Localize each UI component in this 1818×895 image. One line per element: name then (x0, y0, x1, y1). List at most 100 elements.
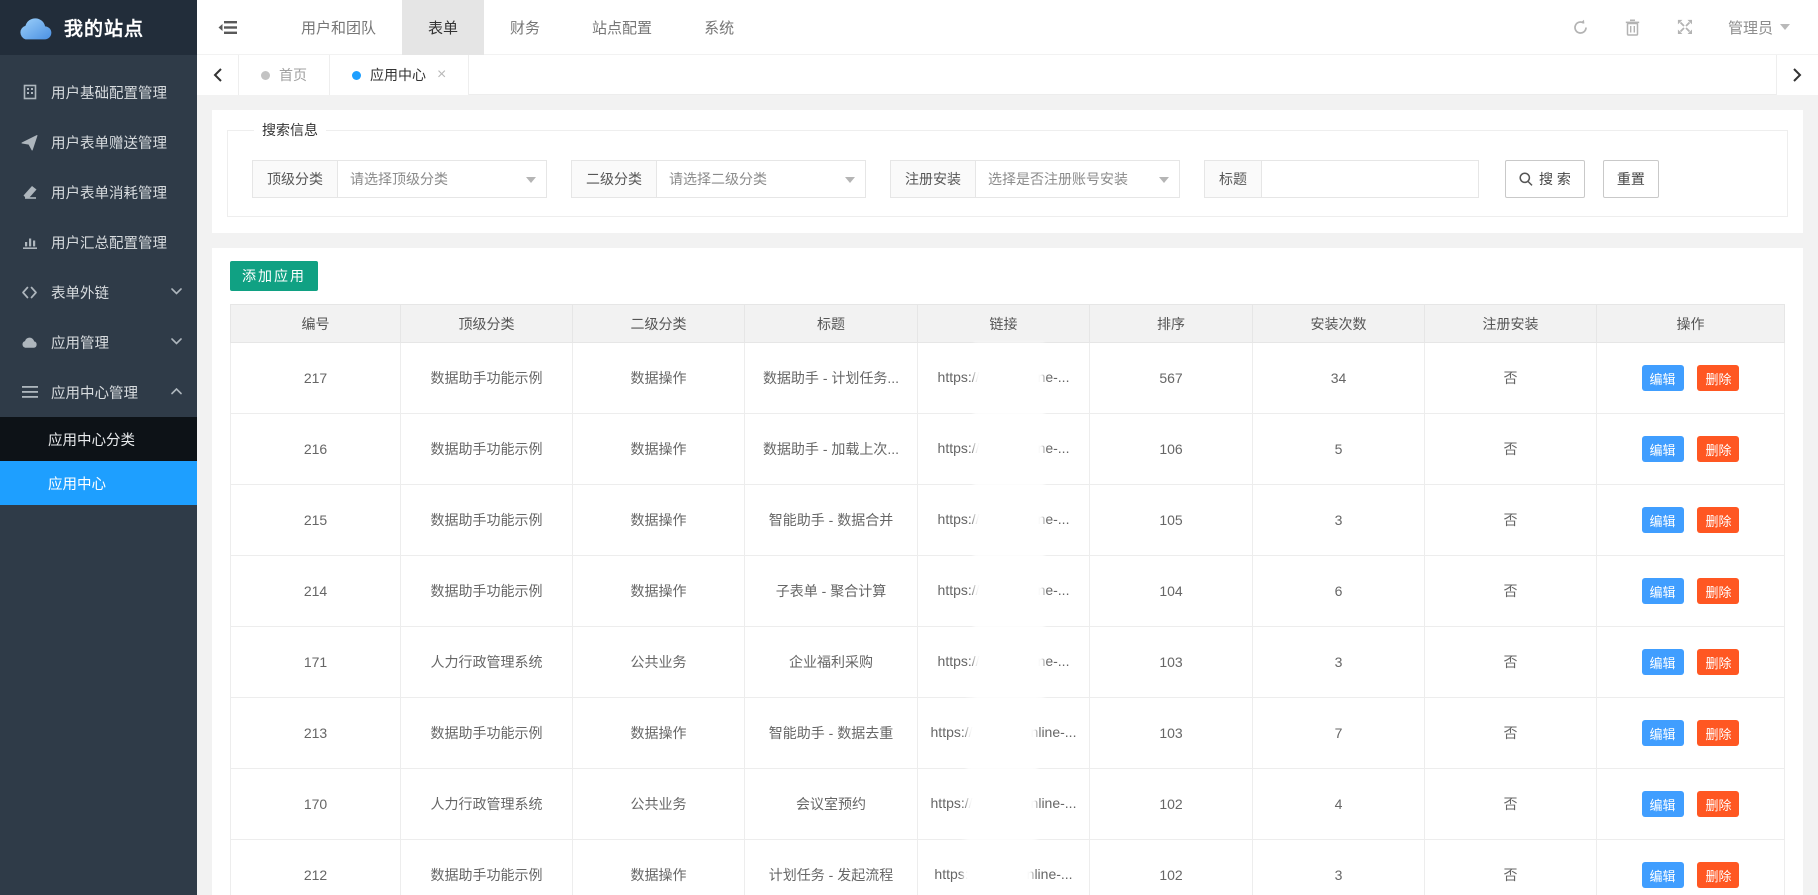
sidebar-item-user-base-config[interactable]: 用户基础配置管理 (0, 67, 197, 117)
reset-button[interactable]: 重置 (1603, 160, 1659, 198)
sub-category-label: 二级分类 (571, 160, 656, 198)
cell-installs: 7 (1253, 698, 1425, 769)
sidebar-item-form-consume[interactable]: 用户表单消耗管理 (0, 167, 197, 217)
cell-top-category: 数据助手功能示例 (401, 414, 573, 485)
nav-item-system[interactable]: 系统 (678, 0, 760, 55)
tab-scroll-right-icon[interactable] (1776, 55, 1818, 95)
cell-top-category: 数据助手功能示例 (401, 485, 573, 556)
cell-sort: 105 (1090, 485, 1253, 556)
user-menu[interactable]: 管理员 (1728, 17, 1790, 38)
sidebar-item-app-center[interactable]: 应用中心 (0, 461, 197, 505)
delete-button[interactable]: 删除 (1697, 365, 1739, 391)
cell-sub-category: 数据操作 (573, 698, 745, 769)
cell-id: 171 (231, 627, 401, 698)
edit-button[interactable]: 编辑 (1642, 365, 1684, 391)
sidebar-item-summary-config[interactable]: 用户汇总配置管理 (0, 217, 197, 267)
cell-title: 智能助手 - 数据合并 (745, 485, 918, 556)
cell-top-category: 人力行政管理系统 (401, 627, 573, 698)
cell-link: https://ne-... (918, 556, 1090, 627)
search-icon (1519, 172, 1533, 186)
table-header-row: 编号 顶级分类 二级分类 标题 链接 排序 安装次数 注册安装 操作 (231, 305, 1785, 343)
cell-link: https://ne-... (918, 414, 1090, 485)
edit-button[interactable]: 编辑 (1642, 791, 1684, 817)
cell-id: 170 (231, 769, 401, 840)
user-menu-label: 管理员 (1728, 17, 1773, 38)
table-row: 171 人力行政管理系统 公共业务 企业福利采购 https://ne-... … (231, 627, 1785, 698)
close-icon[interactable]: × (437, 66, 446, 84)
edit-button[interactable]: 编辑 (1642, 436, 1684, 462)
nav-item-forms[interactable]: 表单 (402, 0, 484, 55)
tab-app-center[interactable]: 应用中心 × (330, 55, 469, 95)
cell-top-category: 人力行政管理系统 (401, 769, 573, 840)
sub-category-select[interactable]: 请选择二级分类 (656, 160, 866, 198)
title-input[interactable] (1261, 160, 1479, 198)
cell-sort: 103 (1090, 698, 1253, 769)
delete-button[interactable]: 删除 (1697, 507, 1739, 533)
nav-item-site-config[interactable]: 站点配置 (566, 0, 678, 55)
cell-id: 213 (231, 698, 401, 769)
delete-button[interactable]: 删除 (1697, 649, 1739, 675)
register-install-select[interactable]: 选择是否注册账号安装 (975, 160, 1180, 198)
cell-actions: 编辑 删除 (1597, 414, 1785, 485)
cell-link: https:nline-... (918, 840, 1090, 895)
censored-region (974, 414, 1044, 486)
search-button[interactable]: 搜 索 (1505, 160, 1585, 198)
site-logo[interactable]: 我的站点 (0, 0, 197, 55)
eraser-icon (21, 184, 38, 201)
edit-button[interactable]: 编辑 (1642, 649, 1684, 675)
search-fieldset: 搜索信息 顶级分类 请选择顶级分类 二级分类 请选择二级分类 (227, 120, 1788, 217)
delete-button[interactable]: 删除 (1697, 578, 1739, 604)
edit-button[interactable]: 编辑 (1642, 720, 1684, 746)
col-sort: 排序 (1090, 305, 1253, 343)
top-category-select[interactable]: 请选择顶级分类 (337, 160, 547, 198)
sidebar-item-app-center-manage[interactable]: 应用中心管理 (0, 367, 197, 417)
sidebar-item-app-center-category[interactable]: 应用中心分类 (0, 417, 197, 461)
chevron-up-icon (171, 388, 182, 395)
cell-link: https://ne-... (918, 627, 1090, 698)
top-category-label: 顶级分类 (252, 160, 337, 198)
sidebar-item-label: 表单外链 (51, 282, 109, 303)
delete-button[interactable]: 删除 (1697, 862, 1739, 888)
cell-sort: 102 (1090, 769, 1253, 840)
cell-title: 数据助手 - 计划任务... (745, 343, 918, 414)
nav-item-finance[interactable]: 财务 (484, 0, 566, 55)
sidebar-item-app-manage[interactable]: 应用管理 (0, 317, 197, 367)
nav-item-users-teams[interactable]: 用户和团队 (275, 0, 402, 55)
edit-button[interactable]: 编辑 (1642, 578, 1684, 604)
tab-scroll-left-icon[interactable] (197, 55, 239, 95)
cell-actions: 编辑 删除 (1597, 840, 1785, 895)
fullscreen-icon[interactable] (1676, 18, 1694, 36)
table-body: 217 数据助手功能示例 数据操作 数据助手 - 计划任务... https:/… (231, 343, 1785, 895)
cell-actions: 编辑 删除 (1597, 698, 1785, 769)
chevron-down-icon (1159, 177, 1169, 183)
delete-button[interactable]: 删除 (1697, 791, 1739, 817)
cell-installs: 34 (1253, 343, 1425, 414)
sidebar-item-form-links[interactable]: 表单外链 (0, 267, 197, 317)
sidebar-item-form-gift[interactable]: 用户表单赠送管理 (0, 117, 197, 167)
cell-sort: 104 (1090, 556, 1253, 627)
delete-button[interactable]: 删除 (1697, 720, 1739, 746)
cell-id: 214 (231, 556, 401, 627)
title-label: 标题 (1204, 160, 1261, 198)
cell-sub-category: 公共业务 (573, 627, 745, 698)
trash-icon[interactable] (1624, 18, 1642, 36)
edit-button[interactable]: 编辑 (1642, 862, 1684, 888)
collapse-sidebar-icon[interactable] (197, 0, 257, 55)
cell-link: https://nline-... (918, 698, 1090, 769)
cell-link: https://ne-... (918, 485, 1090, 556)
cell-title: 会议室预约 (745, 769, 918, 840)
tab-home[interactable]: 首页 (239, 55, 330, 95)
add-app-button[interactable]: 添加应用 (230, 261, 318, 291)
main-content: 搜索信息 顶级分类 请选择顶级分类 二级分类 请选择二级分类 (197, 96, 1818, 895)
col-top-category: 顶级分类 (401, 305, 573, 343)
cell-register-install: 否 (1425, 769, 1597, 840)
delete-button[interactable]: 删除 (1697, 436, 1739, 462)
header-actions: 管理员 (1572, 17, 1818, 38)
edit-button[interactable]: 编辑 (1642, 507, 1684, 533)
table-row: 213 数据助手功能示例 数据操作 智能助手 - 数据去重 https://nl… (231, 698, 1785, 769)
cell-title: 计划任务 - 发起流程 (745, 840, 918, 895)
cell-top-category: 数据助手功能示例 (401, 556, 573, 627)
site-name: 我的站点 (64, 14, 144, 41)
refresh-icon[interactable] (1572, 18, 1590, 36)
sidebar: 我的站点 用户基础配置管理 用户表单赠送管理 用户表单消耗管理 用户汇总配置管理 (0, 0, 197, 895)
